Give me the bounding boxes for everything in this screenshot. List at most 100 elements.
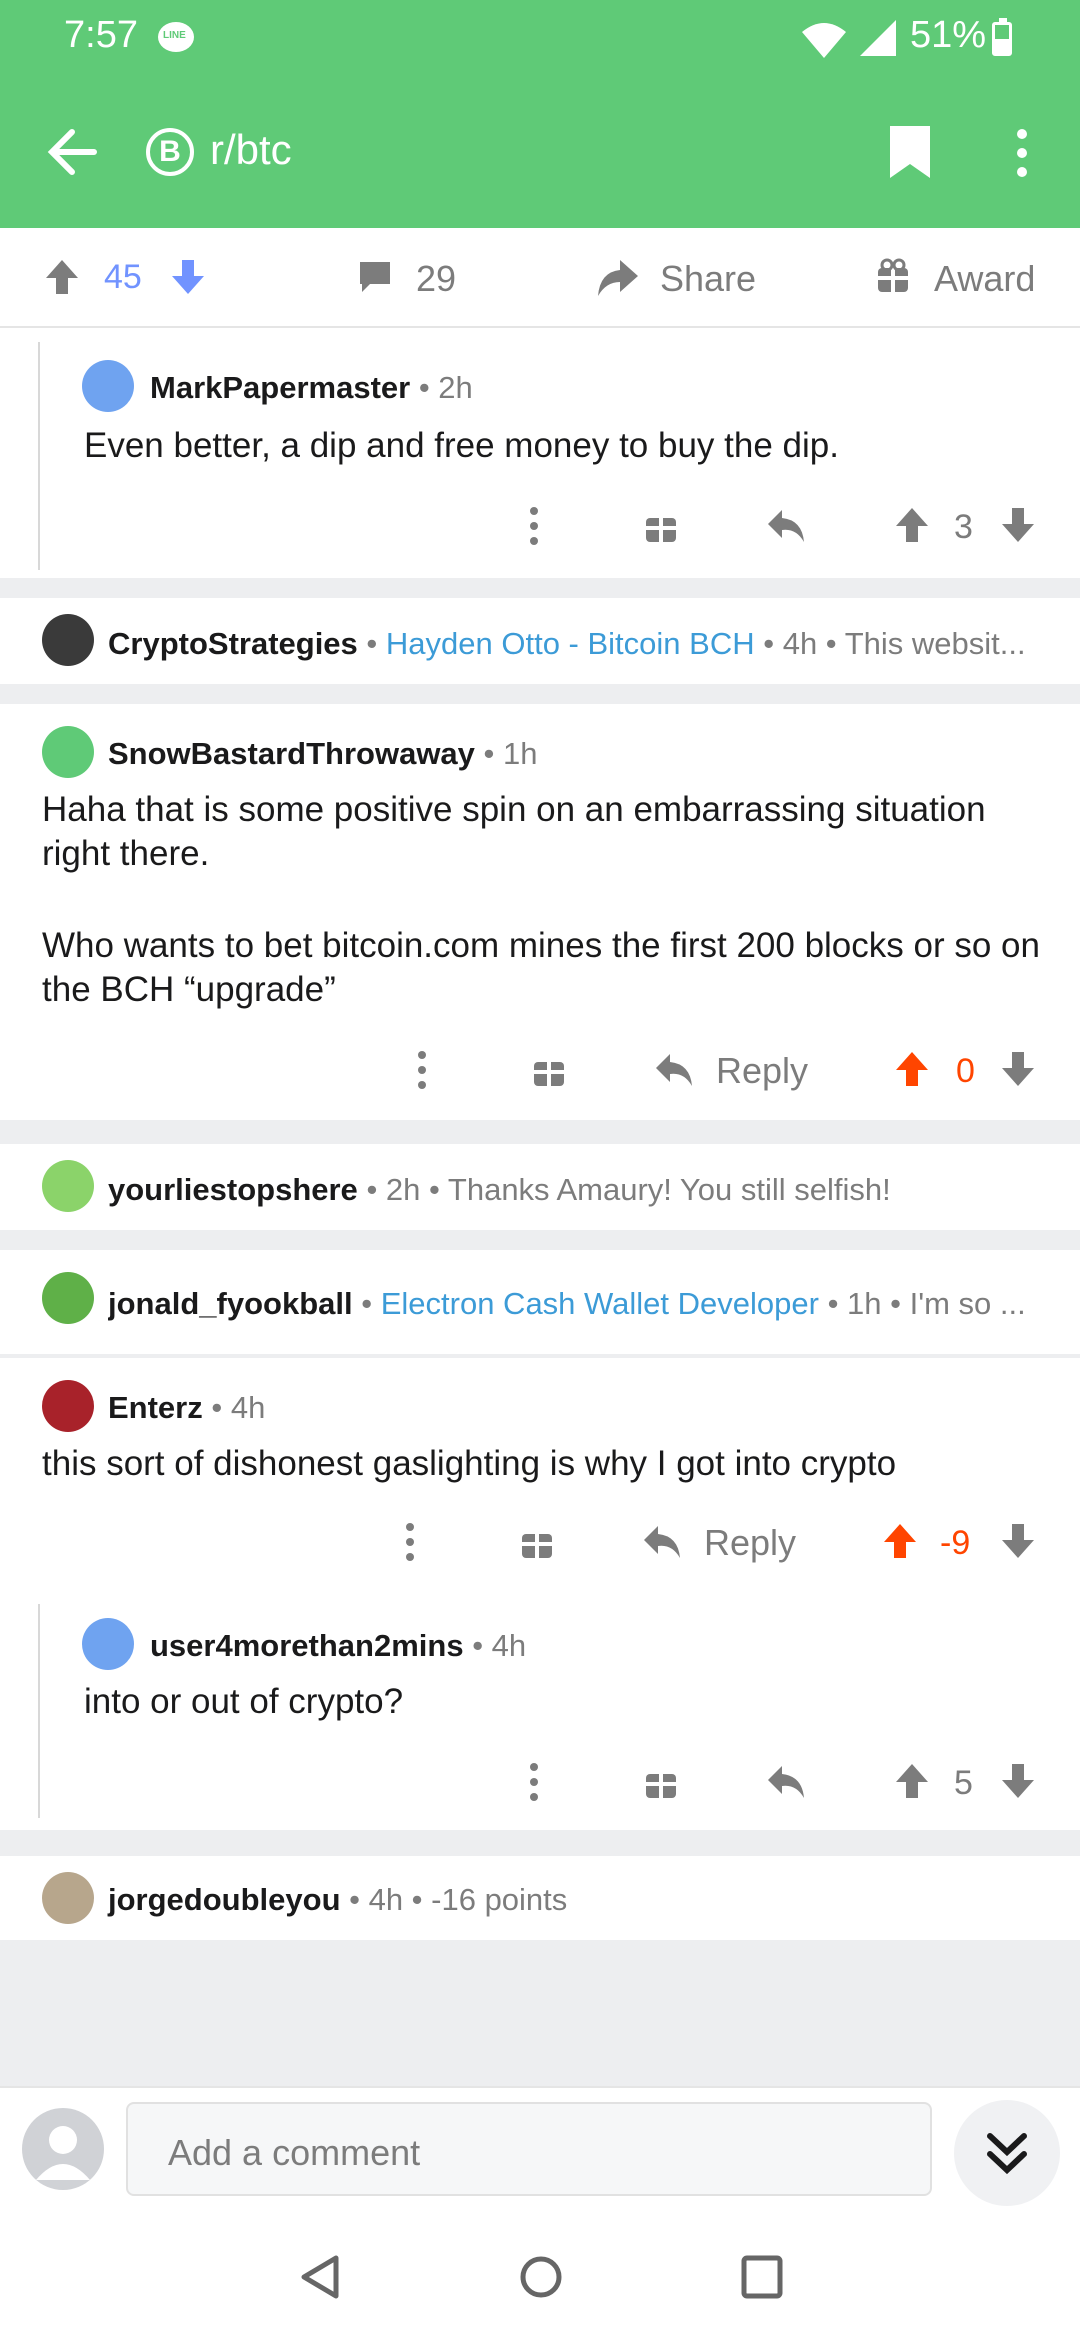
thread-line bbox=[38, 1604, 40, 1818]
comment-meta: user4morethan2mins • 4h bbox=[150, 1628, 526, 1664]
battery-icon bbox=[992, 22, 1012, 56]
user-flair: Electron Cash Wallet Developer bbox=[380, 1286, 819, 1321]
back-arrow-icon[interactable] bbox=[46, 128, 98, 176]
jump-next-button[interactable] bbox=[954, 2100, 1060, 2206]
comment-meta: SnowBastardThrowaway • 1h bbox=[108, 736, 538, 772]
downvote-icon[interactable] bbox=[1000, 506, 1036, 544]
avatar[interactable] bbox=[42, 614, 94, 666]
avatar[interactable] bbox=[42, 1272, 94, 1324]
more-icon[interactable] bbox=[528, 1762, 540, 1802]
avatar[interactable] bbox=[42, 1160, 94, 1212]
more-icon[interactable] bbox=[404, 1522, 416, 1562]
post-action-bar: 45 29 Share Award bbox=[0, 228, 1080, 326]
reply-icon[interactable] bbox=[642, 1524, 682, 1560]
avatar[interactable] bbox=[42, 726, 94, 778]
reply-icon[interactable] bbox=[654, 1052, 694, 1088]
comment-icon[interactable] bbox=[356, 260, 394, 296]
award-icon[interactable] bbox=[644, 1764, 678, 1800]
wifi-icon bbox=[802, 23, 846, 58]
comment-body: this sort of dishonest gaslighting is wh… bbox=[42, 1444, 897, 1483]
overflow-menu-icon[interactable] bbox=[1014, 128, 1030, 178]
double-chevron-down-icon bbox=[987, 2133, 1027, 2175]
reply-icon[interactable] bbox=[766, 508, 806, 544]
upvote-icon[interactable] bbox=[44, 258, 80, 296]
share-button[interactable]: Share bbox=[660, 258, 756, 300]
comment-time: • 2h • Thanks Amaury! You still selfish! bbox=[366, 1172, 891, 1207]
comment-author[interactable]: yourliestopshere bbox=[108, 1172, 358, 1207]
comment-time: • 4h • This websit... bbox=[763, 626, 1026, 661]
line-notification-icon: LINE bbox=[158, 22, 194, 52]
award-icon[interactable] bbox=[532, 1052, 566, 1088]
comment-meta: MarkPapermaster • 2h bbox=[150, 370, 473, 406]
subreddit-name[interactable]: r/btc bbox=[210, 126, 292, 174]
more-icon[interactable] bbox=[528, 506, 540, 546]
upvote-icon[interactable] bbox=[894, 1762, 930, 1800]
avatar[interactable] bbox=[42, 1872, 94, 1924]
award-icon[interactable] bbox=[644, 508, 678, 544]
reply-icon[interactable] bbox=[766, 1764, 806, 1800]
downvote-icon[interactable] bbox=[1000, 1522, 1036, 1560]
comment-time: • 4h bbox=[472, 1628, 527, 1663]
comment-body: Even better, a dip and free money to buy… bbox=[84, 426, 839, 465]
comment-markpapermaster: MarkPapermaster • 2h Even better, a dip … bbox=[0, 328, 1080, 578]
downvote-icon[interactable] bbox=[170, 258, 206, 296]
collapsed-comment[interactable]: jorgedoubleyou • 4h • -16 points bbox=[0, 1856, 1080, 1940]
downvote-icon[interactable] bbox=[1000, 1050, 1036, 1088]
comment-score: 3 bbox=[954, 508, 973, 546]
more-icon[interactable] bbox=[416, 1050, 428, 1090]
upvote-icon[interactable] bbox=[882, 1522, 918, 1560]
comment-author[interactable]: Enterz bbox=[108, 1390, 203, 1425]
comment-author[interactable]: CryptoStrategies bbox=[108, 626, 358, 661]
thread-line bbox=[38, 342, 40, 570]
subreddit-icon[interactable]: B bbox=[146, 128, 194, 176]
comment-count[interactable]: 29 bbox=[416, 258, 456, 300]
battery-percent: 51% bbox=[910, 14, 987, 56]
status-time: 7:57 bbox=[64, 14, 138, 56]
avatar[interactable] bbox=[82, 360, 134, 412]
bookmark-icon[interactable] bbox=[888, 124, 932, 180]
comment-time: • 4h • -16 points bbox=[349, 1882, 568, 1917]
comment-author[interactable]: jonald_fyookball bbox=[108, 1286, 353, 1321]
user-avatar[interactable] bbox=[22, 2108, 104, 2190]
comment-time: • 2h bbox=[418, 370, 473, 405]
award-button[interactable]: Award bbox=[934, 258, 1035, 300]
comment-body: Haha that is some positive spin on an em… bbox=[42, 790, 986, 873]
upvote-icon[interactable] bbox=[894, 1050, 930, 1088]
award-icon[interactable] bbox=[520, 1524, 554, 1560]
comment-body: Who wants to bet bitcoin.com mines the f… bbox=[42, 926, 1040, 1009]
reply-button[interactable]: Reply bbox=[704, 1522, 796, 1564]
reply-button[interactable]: Reply bbox=[716, 1050, 808, 1092]
comment-author[interactable]: MarkPapermaster bbox=[150, 370, 410, 405]
comment-meta: jorgedoubleyou • 4h • -16 points bbox=[108, 1882, 567, 1918]
comment-meta: CryptoStrategies • Hayden Otto - Bitcoin… bbox=[108, 626, 1026, 661]
post-score: 45 bbox=[104, 258, 142, 296]
avatar[interactable] bbox=[82, 1618, 134, 1670]
collapsed-comment[interactable]: jonald_fyookball • Electron Cash Wallet … bbox=[0, 1250, 1080, 1354]
comment-snowbastardthrowaway: SnowBastardThrowaway • 1h Haha that is s… bbox=[0, 704, 1080, 1120]
avatar[interactable] bbox=[42, 1380, 94, 1432]
divider bbox=[0, 2086, 1080, 2088]
comment-author[interactable]: jorgedoubleyou bbox=[108, 1882, 341, 1917]
upvote-icon[interactable] bbox=[894, 506, 930, 544]
award-icon[interactable] bbox=[876, 258, 910, 294]
nav-back-icon[interactable] bbox=[298, 2254, 342, 2300]
comment-author[interactable]: SnowBastardThrowaway bbox=[108, 736, 475, 771]
comment-meta: Enterz • 4h bbox=[108, 1390, 265, 1426]
share-icon[interactable] bbox=[596, 258, 640, 298]
nav-recents-icon[interactable] bbox=[740, 2254, 784, 2300]
comment-enterz: Enterz • 4h this sort of dishonest gasli… bbox=[0, 1358, 1080, 1830]
comment-time: • 1h bbox=[483, 736, 538, 771]
comment-author[interactable]: user4morethan2mins bbox=[150, 1628, 464, 1663]
comment-input[interactable]: Add a comment bbox=[126, 2102, 932, 2196]
comment-body: into or out of crypto? bbox=[84, 1682, 404, 1721]
comment-time: • 1h • I'm so ... bbox=[827, 1286, 1026, 1321]
collapsed-comment[interactable]: yourliestopshere • 2h • Thanks Amaury! Y… bbox=[0, 1144, 1080, 1230]
nav-home-icon[interactable] bbox=[518, 2254, 564, 2300]
downvote-icon[interactable] bbox=[1000, 1762, 1036, 1800]
user-flair: Hayden Otto - Bitcoin BCH bbox=[385, 626, 755, 661]
signal-icon bbox=[860, 20, 896, 56]
collapsed-comment[interactable]: CryptoStrategies • Hayden Otto - Bitcoin… bbox=[0, 598, 1080, 684]
comment-score: 5 bbox=[954, 1764, 973, 1802]
comment-time: • 4h bbox=[211, 1390, 266, 1425]
comment-score: -9 bbox=[940, 1524, 971, 1562]
